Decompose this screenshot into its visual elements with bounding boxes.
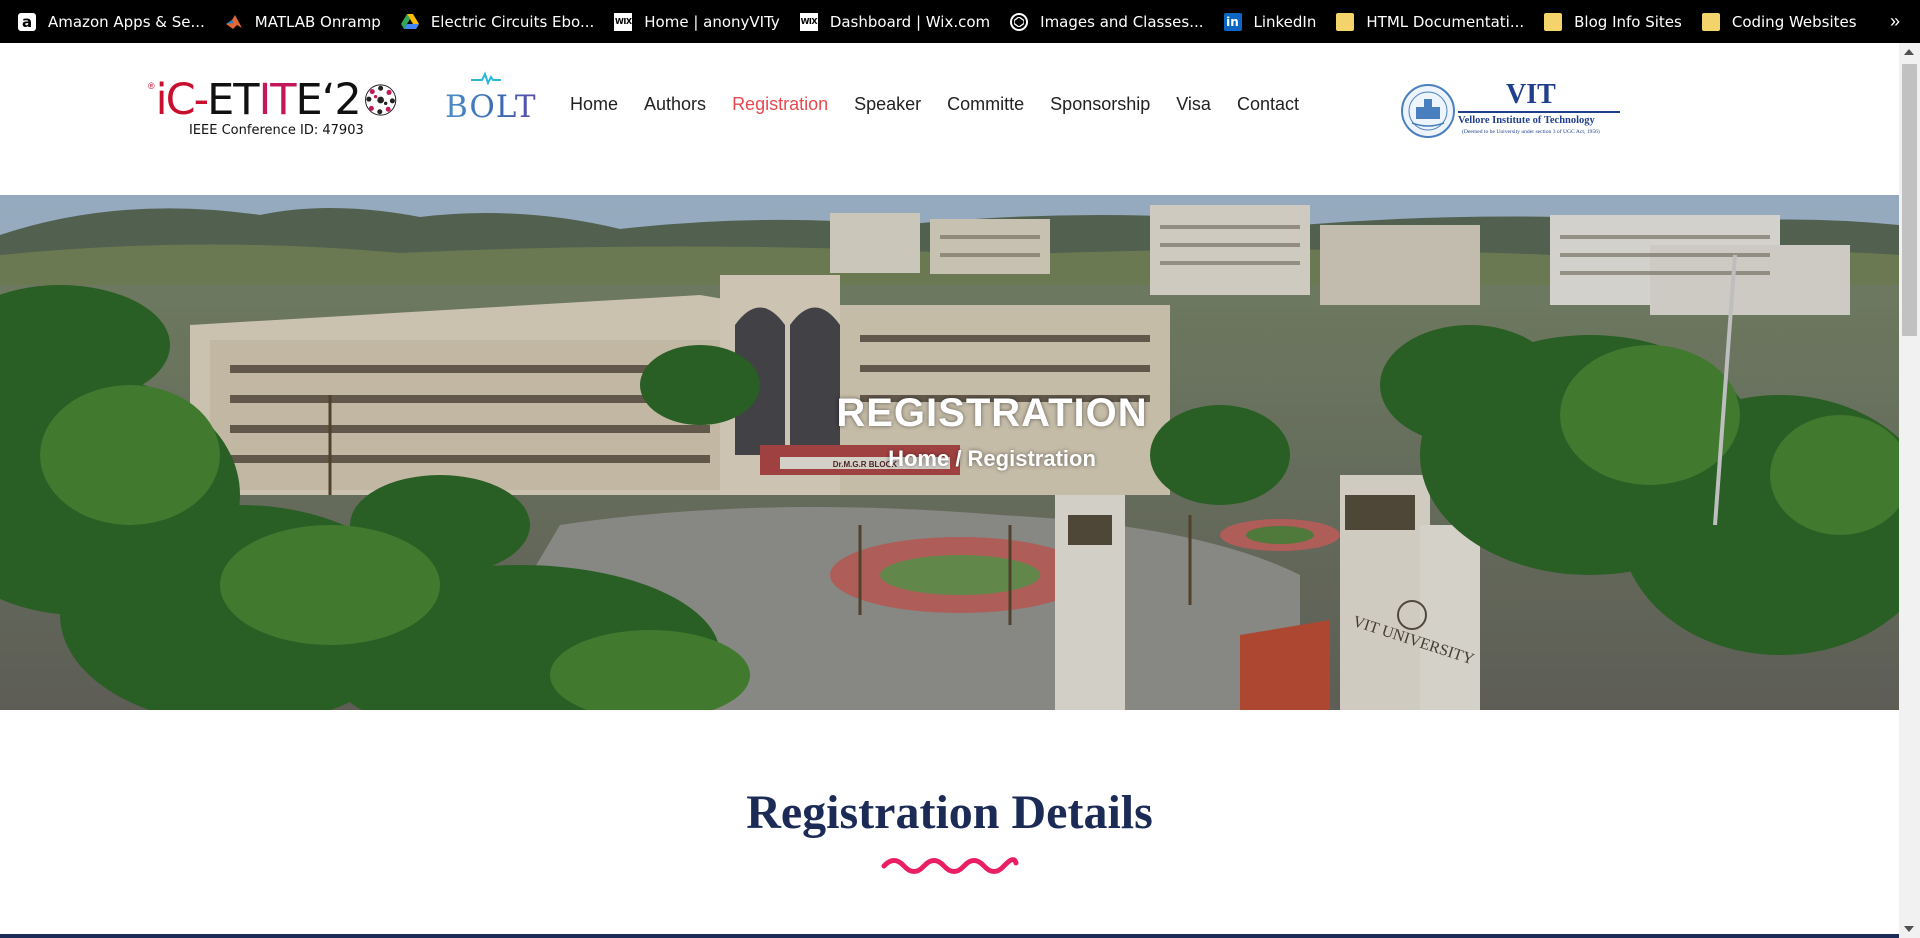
logo-text-et: ET [207, 75, 259, 125]
bookmark-coding-websites[interactable]: Coding Websites [1701, 0, 1857, 43]
scroll-down-arrow-icon[interactable] [1904, 926, 1914, 932]
bookmark-matlab[interactable]: MATLAB Onramp [225, 0, 381, 43]
breadcrumb: Home / Registration [0, 446, 1899, 472]
bookmark-label: HTML Documentati... [1366, 12, 1525, 31]
bookmark-label: Coding Websites [1731, 12, 1857, 31]
vit-seal-icon [1401, 84, 1455, 138]
logo-text-ic: iC- [155, 75, 209, 125]
codepen-icon [1010, 12, 1029, 31]
page-scrollbar[interactable] [1899, 43, 1920, 938]
bookmark-electric-circuits[interactable]: Electric Circuits Ebo... [400, 0, 595, 43]
nav-contact[interactable]: Contact [1237, 94, 1299, 115]
section-title: Registration Details [746, 786, 1153, 839]
logo-text-it: IT [258, 75, 297, 125]
bookmark-images-classes[interactable]: Images and Classes... [1010, 0, 1204, 43]
linkedin-icon: in [1223, 12, 1242, 31]
bottom-border [0, 934, 1899, 938]
nav-speaker[interactable]: Speaker [854, 94, 921, 115]
bookmarks-bar: a Amazon Apps & Se... MATLAB Onramp Elec… [0, 0, 1920, 43]
nav-authors[interactable]: Authors [644, 94, 706, 115]
bookmark-label: Dashboard | Wix.com [829, 12, 991, 31]
bookmark-anonyvity[interactable]: WIX Home | anonyVITy [614, 0, 780, 43]
nav-home[interactable]: Home [570, 94, 618, 115]
bookmark-label: Blog Info Sites [1574, 12, 1682, 31]
nav-registration[interactable]: Registration [732, 94, 828, 115]
bolt-logo[interactable]: BOLT [445, 71, 543, 131]
bookmark-blog-info[interactable]: Blog Info Sites [1544, 0, 1682, 43]
main-nav: Home Authors Registration Speaker Commit… [570, 91, 1325, 117]
icetite-logo[interactable]: ® iC- ET IT E‘2 IEEE Conference ID: 4790… [148, 79, 398, 145]
nav-visa[interactable]: Visa [1176, 94, 1211, 115]
hero-title: REGISTRATION [836, 391, 1148, 435]
spark-icon [471, 71, 501, 85]
vit-name: VIT [1506, 79, 1556, 110]
folder-icon [1336, 12, 1355, 31]
folder-icon [1544, 12, 1563, 31]
circuit-dots-icon [364, 84, 396, 116]
amazon-icon: a [18, 12, 36, 31]
breadcrumb-home[interactable]: Home [888, 446, 949, 471]
google-drive-icon [400, 13, 419, 31]
bookmark-label: Electric Circuits Ebo... [430, 12, 595, 31]
bookmark-linkedin[interactable]: in LinkedIn [1223, 0, 1317, 43]
wave-divider-icon [881, 857, 1019, 874]
breadcrumb-current: Registration [967, 446, 1096, 471]
hero-banner: Dr.M.G.R BLOCK VIT UNIVERSITY REGISTRATI… [0, 195, 1899, 710]
bookmark-label: Amazon Apps & Se... [48, 12, 205, 31]
logo-text-e2: E‘2 [295, 75, 362, 125]
bookmark-amazon[interactable]: a Amazon Apps & Se... [18, 0, 205, 43]
vit-deemed-text: (Deemed to be University under section 3… [1462, 129, 1600, 135]
scroll-up-arrow-icon[interactable] [1904, 49, 1914, 55]
bookmark-label: Images and Classes... [1040, 12, 1204, 31]
breadcrumb-separator: / [949, 446, 968, 471]
nav-committe[interactable]: Committe [947, 94, 1024, 115]
icetite-logo-mark: ® iC- ET IT E‘2 [148, 75, 398, 125]
bolt-logo-text: BOLT [445, 89, 537, 125]
wix-icon: WIX [799, 12, 818, 31]
nav-sponsorship[interactable]: Sponsorship [1050, 94, 1150, 115]
bookmark-label: MATLAB Onramp [254, 12, 381, 31]
folder-icon [1701, 12, 1720, 31]
bookmark-wix-dashboard[interactable]: WIX Dashboard | Wix.com [799, 0, 991, 43]
bookmark-html-docs[interactable]: HTML Documentati... [1336, 0, 1524, 43]
registered-mark: ® [148, 81, 155, 91]
bookmark-label: Home | anonyVITy [644, 12, 780, 31]
bookmark-label: LinkedIn [1253, 12, 1317, 31]
bookmarks-overflow-button[interactable]: » [1890, 0, 1900, 43]
vit-divider [1458, 111, 1620, 113]
site-header: ® iC- ET IT E‘2 IEEE Conference ID: 4790… [0, 43, 1899, 195]
wix-icon: WIX [614, 12, 633, 31]
scrollbar-thumb[interactable] [1902, 64, 1917, 336]
conference-id: IEEE Conference ID: 47903 [189, 123, 364, 138]
vit-logo[interactable]: VIT Vellore Institute of Technology (Dee… [1400, 79, 1622, 139]
vit-full-name: Vellore Institute of Technology [1458, 115, 1595, 126]
matlab-icon [225, 13, 243, 31]
